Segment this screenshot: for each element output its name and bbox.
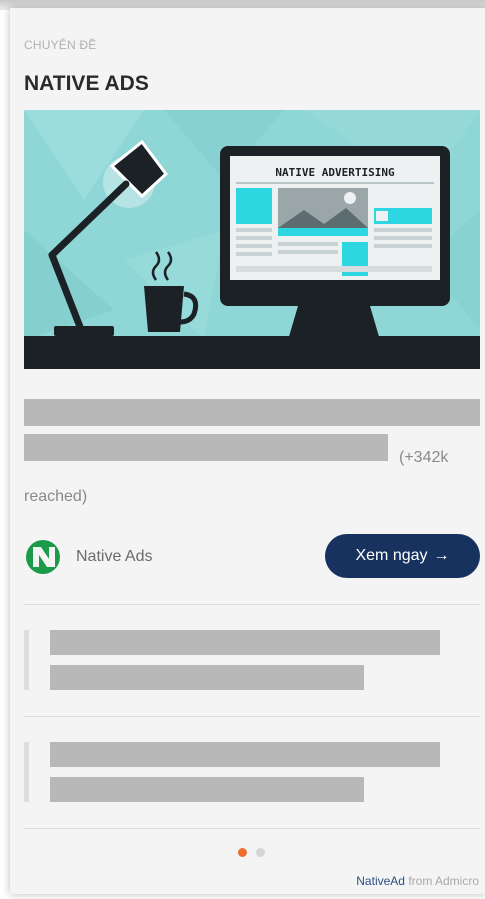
quote-bar <box>24 630 29 690</box>
attribution-suffix: from Admicro <box>408 874 479 888</box>
divider <box>24 828 480 829</box>
native-ads-logo-icon <box>26 540 60 574</box>
section-title: NATIVE ADS <box>24 72 149 95</box>
monitor-heading: NATIVE ADVERTISING <box>275 166 395 179</box>
pagination-dot-2[interactable] <box>256 848 265 857</box>
divider <box>24 604 480 605</box>
related-article-2[interactable] <box>24 742 480 812</box>
related-article-placeholder-line-1 <box>50 742 440 767</box>
related-article-placeholder-line-2 <box>50 665 364 690</box>
native-ad-widget: CHUYÊN ĐỀ NATIVE ADS NATIVE ADVERTISING … <box>10 8 485 894</box>
ad-attribution[interactable]: NativeAd from Admicro <box>356 874 479 888</box>
arrow-right-icon: → <box>433 547 450 564</box>
related-article-placeholder-line-1 <box>50 630 440 655</box>
quote-bar <box>24 742 29 802</box>
advertiser-name: Native Ads <box>76 548 153 565</box>
reach-count-continued: reached) <box>24 488 88 505</box>
attribution-brand: NativeAd <box>356 874 405 888</box>
pagination-dot-1[interactable] <box>238 848 247 857</box>
advertiser-brand[interactable]: Native Ads <box>24 538 152 576</box>
headline-placeholder-line-1[interactable] <box>24 399 480 426</box>
view-now-label: Xem ngay <box>355 547 428 564</box>
hero-image[interactable]: NATIVE ADVERTISING <box>24 110 480 369</box>
related-article-1[interactable] <box>24 630 480 700</box>
view-now-button[interactable]: Xem ngay → <box>325 534 480 578</box>
divider <box>24 716 480 717</box>
reach-count: (+342k <box>399 449 449 466</box>
related-article-placeholder-line-2 <box>50 777 364 802</box>
section-kicker: CHUYÊN ĐỀ <box>24 38 97 52</box>
headline-placeholder-line-2[interactable] <box>24 434 388 461</box>
carousel-pagination <box>238 848 265 857</box>
